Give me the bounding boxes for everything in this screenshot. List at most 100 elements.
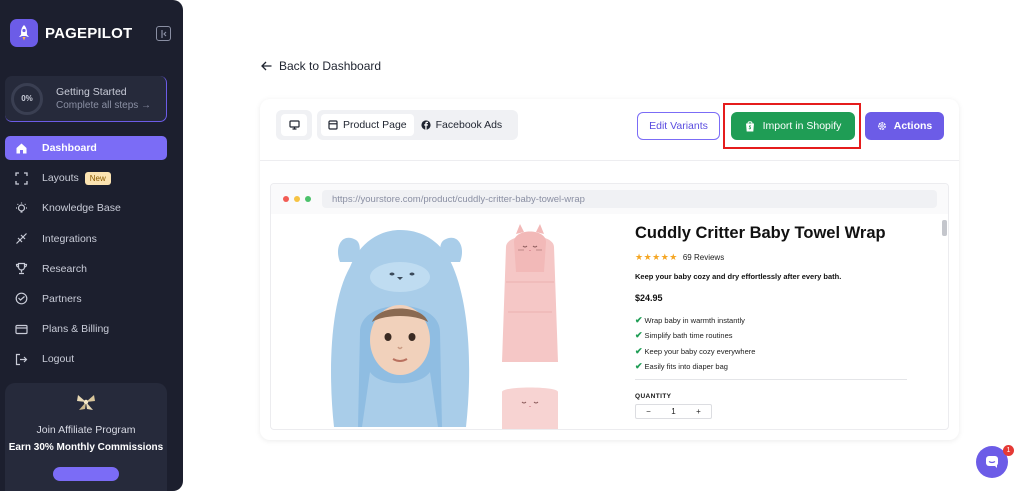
star-rating-icon: ★★★★★: [635, 252, 678, 262]
checkmark-icon: ✔: [635, 361, 643, 372]
browser-bar: https://yourstore.com/product/cuddly-cri…: [271, 184, 948, 214]
progress-ring: 0%: [11, 82, 43, 115]
back-to-dashboard-link[interactable]: Back to Dashboard: [261, 59, 381, 73]
feature-item: ✔ Simplify bath time routines: [635, 328, 915, 343]
checkmark-icon: ✔: [635, 345, 643, 356]
brand[interactable]: PAGEPILOT: [10, 19, 132, 47]
product-info: Cuddly Critter Baby Towel Wrap ★★★★★ 69 …: [635, 224, 915, 420]
checkmark-icon: ✔: [635, 315, 643, 326]
quantity-value[interactable]: 1: [661, 407, 686, 416]
actions-button[interactable]: Actions: [865, 112, 944, 140]
page-scrollbar[interactable]: [942, 218, 947, 429]
product-title: Cuddly Critter Baby Towel Wrap: [635, 224, 886, 242]
minimize-dot: [294, 196, 300, 202]
back-link-label: Back to Dashboard: [279, 59, 382, 73]
tab-facebook-ads[interactable]: Facebook Ads: [414, 114, 510, 136]
quantity-label: QUANTITY: [635, 393, 672, 401]
quantity-stepper: − 1 +: [635, 404, 712, 420]
frame-icon: [14, 171, 28, 185]
tab-label: Product Page: [343, 119, 407, 131]
feature-text: Keep your baby cozy everywhere: [644, 346, 756, 356]
desktop-view-button[interactable]: [281, 114, 307, 136]
quantity-decrement-button[interactable]: −: [636, 407, 661, 416]
import-label: Import in Shopify: [762, 120, 842, 132]
checkmark-icon: ✔: [635, 330, 643, 341]
actions-label: Actions: [893, 120, 933, 132]
feature-text: Simplify bath time routines: [644, 331, 733, 341]
sidebar-nav: Dashboard Layouts New Knowledge Base Int…: [5, 136, 167, 378]
feature-item: ✔ Keep your baby cozy everywhere: [635, 344, 915, 359]
collapse-sidebar-icon[interactable]: [156, 26, 171, 41]
affiliate-card: Join Affiliate Program Earn 30% Monthly …: [5, 383, 167, 491]
tab-product-page[interactable]: Product Page: [321, 114, 414, 136]
feature-text: Wrap baby in warmth instantly: [644, 316, 745, 326]
sidebar-item-knowledge-base[interactable]: Knowledge Base: [5, 196, 167, 220]
quantity-increment-button[interactable]: +: [686, 407, 711, 416]
tab-label: Facebook Ads: [435, 119, 503, 131]
sidebar-item-label: Dashboard: [42, 142, 97, 154]
affiliate-title: Join Affiliate Program: [36, 424, 136, 436]
sidebar-item-research[interactable]: Research: [5, 257, 167, 281]
sidebar-item-label: Plans & Billing: [42, 323, 110, 336]
plug-icon: [14, 232, 28, 246]
lightbulb-icon: [14, 201, 28, 215]
browser-mockup: https://yourstore.com/product/cuddly-cri…: [270, 183, 949, 430]
monitor-icon: [288, 120, 300, 130]
divider: [635, 379, 907, 381]
gear-icon: [877, 121, 887, 131]
trophy-icon: [14, 262, 28, 276]
review-count[interactable]: 69 Reviews: [683, 253, 724, 262]
sidebar-item-label: Layouts: [42, 172, 79, 185]
import-in-shopify-button[interactable]: Import in Shopify: [731, 112, 855, 140]
sidebar-item-plans-billing[interactable]: Plans & Billing: [5, 317, 167, 341]
getting-started-card[interactable]: 0% Getting Started Complete all steps →: [5, 76, 167, 122]
home-icon: [14, 141, 28, 155]
page-layout-icon: [328, 120, 338, 130]
sidebar-item-integrations[interactable]: Integrations: [5, 227, 167, 251]
preview-toolbar: Product Page Facebook Ads Edit Variants …: [260, 99, 959, 161]
preview-panel: Product Page Facebook Ads Edit Variants …: [260, 99, 959, 440]
credit-card-icon: [14, 322, 28, 336]
sidebar: PAGEPILOT 0% Getting Started Complete al…: [0, 0, 183, 491]
maximize-dot: [305, 196, 311, 202]
scrollbar-thumb[interactable]: [942, 220, 947, 236]
sidebar-item-label: Knowledge Base: [42, 202, 121, 215]
feature-item: ✔ Wrap baby in warmth instantly: [635, 313, 915, 328]
view-tabs: Product Page Facebook Ads: [317, 110, 518, 140]
feature-list: ✔ Wrap baby in warmth instantly ✔ Simplify…: [635, 313, 915, 374]
new-badge: New: [84, 171, 111, 185]
logout-icon: [14, 352, 28, 366]
shopify-bag-icon: [745, 120, 755, 132]
product-price: $24.95: [635, 293, 663, 303]
sidebar-item-label: Logout: [42, 353, 75, 366]
product-main-image: [320, 222, 478, 427]
feature-item: ✔ Easily fits into diaper bag: [635, 359, 915, 374]
edit-variants-button[interactable]: Edit Variants: [637, 112, 720, 140]
notification-badge: 1: [1003, 445, 1014, 456]
sidebar-item-layouts[interactable]: Layouts New: [5, 166, 167, 190]
sidebar-item-logout[interactable]: Logout: [5, 347, 167, 371]
affiliate-subtitle: Earn 30% Monthly Commissions: [8, 442, 164, 453]
sidebar-item-label: Research: [42, 262, 87, 275]
close-dot: [283, 196, 289, 202]
sidebar-item-partners[interactable]: Partners: [5, 287, 167, 311]
rocket-logo-icon: [10, 19, 38, 47]
partners-icon: [14, 292, 28, 306]
brand-name: PAGEPILOT: [45, 24, 133, 42]
gift-icon: [74, 390, 98, 414]
product-page-preview: Cuddly Critter Baby Towel Wrap ★★★★★ 69 …: [271, 214, 948, 429]
app-root: PAGEPILOT 0% Getting Started Complete al…: [0, 0, 1024, 491]
getting-started-subtitle: Complete all steps →: [56, 100, 152, 111]
chat-icon: [986, 456, 998, 468]
arrow-left-icon: [261, 61, 272, 71]
sidebar-item-dashboard[interactable]: Dashboard: [5, 136, 167, 160]
feature-text: Easily fits into diaper bag: [644, 362, 728, 372]
url-bar[interactable]: https://yourstore.com/product/cuddly-cri…: [322, 190, 937, 208]
product-rating: ★★★★★ 69 Reviews: [635, 252, 915, 263]
device-toggle: [276, 110, 312, 140]
product-thumbnail-image: [496, 222, 564, 372]
sidebar-item-label: Partners: [42, 292, 82, 305]
product-thumbnail-image: [496, 384, 564, 429]
sidebar-item-label: Integrations: [42, 232, 97, 245]
affiliate-join-button[interactable]: [53, 467, 119, 481]
